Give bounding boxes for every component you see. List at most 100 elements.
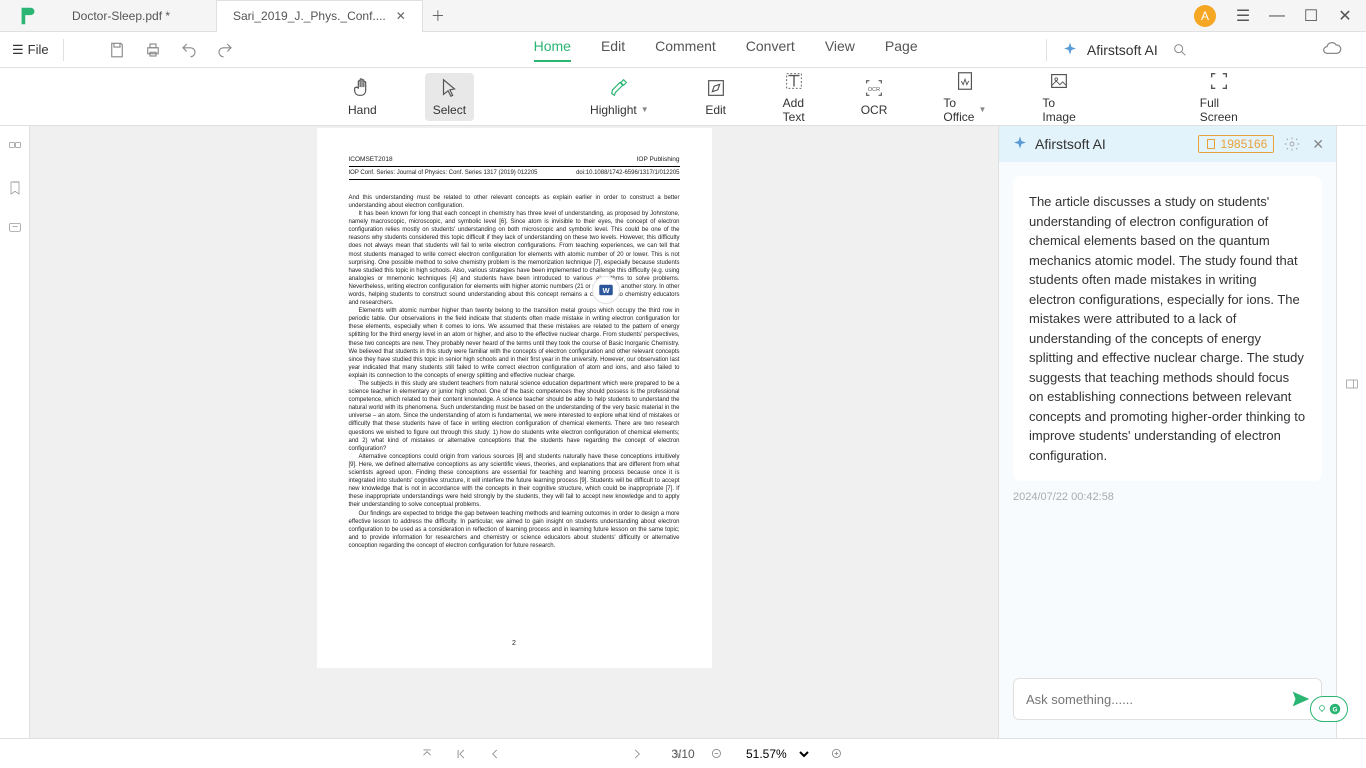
content-area: ICOMSET2018 IOP Publishing IOP Conf. Ser…: [0, 126, 1366, 738]
tab-page[interactable]: Page: [885, 38, 918, 62]
fullscreen-tool[interactable]: Full Screen: [1192, 66, 1246, 128]
redo-icon[interactable]: [216, 41, 234, 59]
tool-label: Select: [433, 103, 466, 117]
to-office-tool[interactable]: To Office▼: [935, 66, 994, 128]
divider: [1046, 39, 1047, 61]
tab-active[interactable]: Sari_2019_J._Phys._Conf.... ✕: [216, 0, 423, 32]
ai-input[interactable]: [1013, 678, 1322, 720]
search-icon[interactable]: [1172, 42, 1188, 58]
body-text: Our findings are expected to bridge the …: [349, 510, 680, 550]
tab-edit[interactable]: Edit: [601, 38, 625, 62]
last-page-icon[interactable]: [670, 747, 684, 761]
image-icon: [1048, 70, 1070, 92]
add-tab-button[interactable]: ＋: [423, 1, 453, 31]
page-number: 2: [512, 639, 516, 648]
menu-icon[interactable]: ☰: [1236, 9, 1250, 23]
tab-view[interactable]: View: [825, 38, 855, 62]
conference-name: ICOMSET2018: [349, 156, 393, 165]
hamburger-icon: ☰: [12, 42, 24, 58]
bookmark-icon[interactable]: [7, 180, 23, 196]
select-tool[interactable]: Select: [425, 73, 474, 121]
toolbar: Hand Select Highlight▼ Edit Add Text OCR…: [0, 68, 1366, 126]
document-icon: [1205, 138, 1217, 150]
close-window-icon[interactable]: ✕: [1338, 9, 1352, 23]
ai-response: The article discusses a study on student…: [1013, 176, 1322, 481]
tool-label: Hand: [348, 103, 377, 117]
titlebar: Doctor-Sleep.pdf * Sari_2019_J._Phys._Co…: [0, 0, 1366, 32]
app-logo: [14, 2, 42, 30]
body-text: And this understanding must be related t…: [349, 194, 680, 210]
tab-inactive[interactable]: Doctor-Sleep.pdf *: [56, 0, 216, 32]
tab-comment[interactable]: Comment: [655, 38, 716, 62]
close-panel-icon[interactable]: ✕: [1312, 136, 1324, 153]
add-text-tool[interactable]: Add Text: [775, 66, 813, 128]
svg-text:W: W: [602, 286, 610, 295]
zoom-select[interactable]: 51.57%: [742, 746, 812, 762]
tab-home[interactable]: Home: [534, 38, 571, 62]
maximize-icon[interactable]: ☐: [1304, 9, 1318, 23]
office-icon: [954, 70, 976, 92]
avatar[interactable]: A: [1194, 5, 1216, 27]
body-text: Elements with atomic number higher than …: [349, 307, 680, 380]
fullscreen-icon: [1208, 70, 1230, 92]
pdf-page: ICOMSET2018 IOP Publishing IOP Conf. Ser…: [317, 128, 712, 668]
settings-icon[interactable]: [1284, 136, 1300, 152]
send-icon[interactable]: [1290, 688, 1312, 710]
tool-label: To Image: [1042, 96, 1075, 124]
tool-label: Highlight▼: [590, 103, 649, 117]
ocr-tool[interactable]: OCR OCR: [853, 73, 896, 121]
ocr-icon: OCR: [863, 77, 885, 99]
tool-label: Add Text: [783, 96, 805, 124]
body-text: Alternative conceptions could origin fro…: [349, 453, 680, 510]
left-sidebar: [0, 126, 30, 738]
main-tabs: Home Edit Comment Convert View Page: [534, 38, 918, 62]
next-page-icon[interactable]: [630, 747, 644, 761]
edit-icon: [705, 77, 727, 99]
cursor-icon: [438, 77, 460, 99]
body-text: It has been known for long that each con…: [349, 210, 680, 307]
scroll-top-icon[interactable]: [420, 747, 434, 761]
sidebar-toggle-icon[interactable]: [1344, 376, 1360, 392]
file-menu[interactable]: ☰ File: [12, 42, 49, 58]
chevron-down-icon: ▼: [978, 105, 986, 114]
sparkle-icon: [1061, 41, 1079, 59]
ai-brand[interactable]: Afirstsoft AI: [1061, 41, 1158, 59]
ai-brand-label: Afirstsoft AI: [1087, 42, 1158, 58]
thumbnails-icon[interactable]: [7, 140, 23, 156]
to-image-tool[interactable]: To Image: [1034, 66, 1083, 128]
series-info: IOP Conf. Series: Journal of Physics: Co…: [349, 169, 538, 177]
prev-page-icon[interactable]: [488, 747, 502, 761]
g-icon: G: [1328, 702, 1342, 716]
print-icon[interactable]: [144, 41, 162, 59]
undo-icon[interactable]: [180, 41, 198, 59]
word-export-badge[interactable]: W: [592, 276, 620, 304]
statusbar: 3/10 51.57%: [0, 738, 1366, 768]
first-page-icon[interactable]: [454, 747, 468, 761]
right-sidebar: [1336, 126, 1366, 738]
zoom-in-icon[interactable]: [830, 747, 844, 761]
save-icon[interactable]: [108, 41, 126, 59]
hand-tool[interactable]: Hand: [340, 73, 385, 121]
tab-convert[interactable]: Convert: [746, 38, 795, 62]
zoom-out-icon[interactable]: [710, 747, 724, 761]
comment-icon[interactable]: [7, 220, 23, 236]
document-viewer[interactable]: ICOMSET2018 IOP Publishing IOP Conf. Ser…: [30, 126, 998, 738]
ai-credits[interactable]: 1985166: [1198, 135, 1275, 153]
tool-label: Full Screen: [1200, 96, 1238, 124]
edit-tool[interactable]: Edit: [697, 73, 735, 121]
close-icon[interactable]: ✕: [396, 9, 406, 23]
menubar: ☰ File Home Edit Comment Convert View Pa…: [0, 32, 1366, 68]
grammar-badge[interactable]: G: [1310, 696, 1348, 722]
tool-label: To Office▼: [943, 96, 986, 124]
ai-credits-value: 1985166: [1221, 137, 1268, 151]
tool-label: Edit: [705, 103, 726, 117]
ai-panel: Afirstsoft AI 1985166 ✕ The article disc…: [998, 126, 1336, 738]
ai-panel-header: Afirstsoft AI 1985166 ✕: [999, 126, 1336, 162]
chevron-down-icon: ▼: [641, 105, 649, 114]
minimize-icon[interactable]: —: [1270, 9, 1284, 23]
sparkle-icon: [1011, 135, 1029, 153]
cloud-icon[interactable]: [1322, 40, 1342, 60]
ai-body: The article discusses a study on student…: [999, 162, 1336, 666]
ai-timestamp: 2024/07/22 00:42:58: [1013, 491, 1322, 503]
highlight-tool[interactable]: Highlight▼: [582, 73, 657, 121]
